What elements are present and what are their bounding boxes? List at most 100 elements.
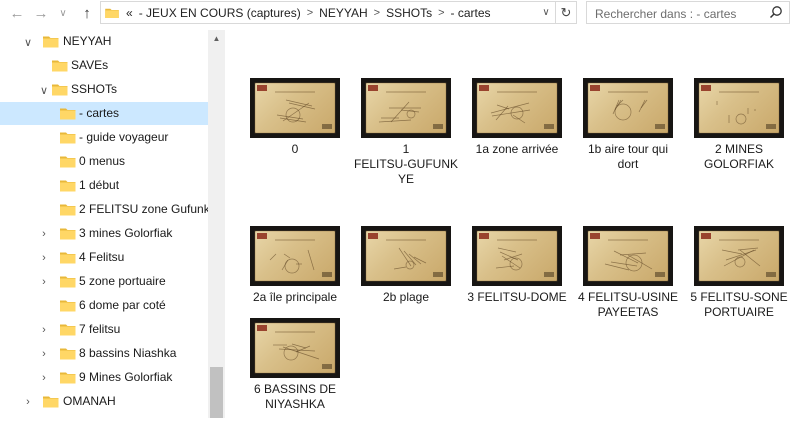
folder-icon	[60, 324, 76, 336]
folder-icon	[60, 132, 76, 144]
file-name-line: FELITSU-GUFUNK	[353, 157, 458, 171]
chevron-right-icon[interactable]: ›	[38, 348, 50, 360]
image-thumbnail	[472, 226, 562, 286]
forward-button[interactable]: →	[30, 2, 52, 24]
file-item[interactable]: 0	[237, 78, 347, 208]
tree-item[interactable]: ∨ NEYYAH	[0, 30, 208, 53]
tree-item[interactable]: SAVEs	[0, 54, 208, 77]
file-name-line: PORTUAIRE	[704, 305, 774, 319]
chevron-right-icon[interactable]: ›	[38, 276, 50, 288]
image-thumbnail	[250, 318, 340, 378]
breadcrumb-separator[interactable]: >	[435, 7, 447, 19]
search-input[interactable]	[593, 3, 767, 24]
refresh-button[interactable]: ↻	[555, 2, 576, 23]
tree-item-label: 5 zone portuaire	[79, 274, 166, 288]
breadcrumb: « - JEUX EN COURS (captures) > NEYYAH > …	[123, 6, 537, 20]
tree-item[interactable]: ∨ SSHOTs	[0, 78, 208, 101]
tree-item-label: 7 felitsu	[79, 322, 121, 336]
image-thumbnail	[694, 226, 784, 286]
navigation-scrollbar[interactable]: ▲	[208, 30, 225, 418]
breadcrumb-separator[interactable]: >	[371, 7, 383, 19]
file-name-line: 5 FELITSU-SONE	[690, 290, 788, 304]
file-item[interactable]: 1b aire tour qui dort	[570, 78, 680, 208]
tree-item-label: 1 début	[79, 178, 120, 192]
image-thumbnail	[583, 226, 673, 286]
tree-item[interactable]: 6 dome par coté	[0, 294, 208, 317]
up-button[interactable]: ↑	[76, 2, 98, 24]
tree-item[interactable]: › 8 bassins Niashka	[0, 342, 208, 365]
tree-item[interactable]: 2 FELITSU zone Gufunkye	[0, 198, 208, 221]
file-name-line: 2 MINES	[714, 142, 763, 156]
file-item[interactable]: 2 MINES GOLORFIAK	[681, 78, 791, 208]
tree-item-label: 4 Felitsu	[79, 250, 125, 264]
file-name-label: 2 MINES GOLORFIAK	[681, 142, 794, 172]
file-item[interactable]: 4 FELITSU-USINE PAYEETAS	[570, 226, 680, 356]
chevron-down-icon[interactable]: ∨	[38, 84, 50, 97]
tree-item-label: 9 Mines Golorfiak	[79, 370, 173, 384]
file-item[interactable]: 5 FELITSU-SONE PORTUAIRE	[681, 226, 791, 356]
chevron-right-icon[interactable]: ›	[38, 252, 50, 264]
tree-item[interactable]: 1 début	[0, 174, 208, 197]
map-sketch-icon	[254, 322, 336, 374]
tree-item[interactable]: › 9 Mines Golorfiak	[0, 366, 208, 389]
file-name-line: GOLORFIAK	[703, 157, 774, 171]
refresh-icon: ↻	[560, 4, 572, 20]
file-name-line: dort	[617, 157, 639, 171]
tree-item[interactable]: - cartes	[0, 102, 208, 125]
folder-icon	[43, 36, 59, 48]
file-item[interactable]: 6 BASSINS DE NIYASHKA	[237, 318, 347, 448]
breadcrumb-separator[interactable]: >	[304, 7, 316, 19]
chevron-right-icon[interactable]: ›	[38, 324, 50, 336]
image-thumbnail	[250, 226, 340, 286]
chevron-right-icon[interactable]: ›	[38, 372, 50, 384]
tree-item-label: 2 FELITSU zone Gufunkye	[79, 202, 208, 216]
map-sketch-icon	[587, 82, 669, 134]
tree-item[interactable]: › 4 Felitsu	[0, 246, 208, 269]
tree-item[interactable]: 0 menus	[0, 150, 208, 173]
chevron-right-icon[interactable]: ›	[22, 396, 34, 408]
search-icon[interactable]	[769, 5, 783, 19]
file-name-label: 5 FELITSU-SONE PORTUAIRE	[681, 290, 794, 320]
file-item[interactable]: 2b plage	[348, 226, 458, 356]
chevron-right-icon[interactable]: ›	[38, 228, 50, 240]
map-sketch-icon	[476, 230, 558, 282]
tree-item-label: NEYYAH	[63, 34, 112, 48]
file-name-line: 4 FELITSU-USINE	[577, 290, 679, 304]
breadcrumb-item[interactable]: - JEUX EN COURS (captures)	[136, 6, 304, 20]
tree-item[interactable]: - guide voyageur	[0, 126, 208, 149]
folder-icon	[60, 276, 76, 288]
scrollbar-thumb[interactable]	[210, 367, 223, 418]
forward-arrow-icon: →	[33, 4, 49, 22]
tree-item[interactable]: › 5 zone portuaire	[0, 270, 208, 293]
file-item[interactable]: 1 FELITSU-GUFUNK YE	[348, 78, 458, 208]
file-name-line: 1b aire tour qui	[587, 142, 669, 156]
tree-item-label: SSHOTs	[71, 82, 118, 96]
folder-icon	[60, 228, 76, 240]
file-name-line: 6 BASSINS DE	[253, 382, 337, 396]
recent-locations-button[interactable]: ∨	[52, 2, 74, 24]
folder-icon	[43, 396, 59, 408]
scroll-up-icon[interactable]: ▲	[208, 30, 225, 47]
breadcrumb-overflow[interactable]: «	[123, 6, 136, 20]
tree-item[interactable]: › 7 felitsu	[0, 318, 208, 341]
tree-item-label: - cartes	[79, 106, 120, 120]
file-item[interactable]: 1a zone arrivée	[459, 78, 569, 208]
file-view: 0 1 FELITSU-GUFUNK YE 1a zone arrivée 1b aire…	[225, 30, 794, 418]
image-thumbnail	[361, 78, 451, 138]
tree-item-label: SAVEs	[71, 58, 109, 72]
back-button[interactable]: ←	[6, 2, 28, 24]
tree-item[interactable]: › 3 mines Golorfiak	[0, 222, 208, 245]
image-thumbnail	[694, 78, 784, 138]
navigation-pane: ∨ NEYYAH SAVEs ∨ SSHOTs - cartes - guide voyag…	[0, 30, 208, 418]
breadcrumb-item[interactable]: SSHOTs	[383, 6, 435, 20]
tree-item-label: OMANAH	[63, 394, 116, 408]
file-item[interactable]: 3 FELITSU-DOME	[459, 226, 569, 356]
tree-item[interactable]: › OMANAH	[0, 390, 208, 413]
chevron-down-icon: ∨	[59, 7, 67, 19]
breadcrumb-item[interactable]: - cartes	[448, 6, 494, 20]
image-thumbnail	[250, 78, 340, 138]
chevron-down-icon[interactable]: ∨	[22, 36, 34, 49]
breadcrumb-item[interactable]: NEYYAH	[316, 6, 370, 20]
address-dropdown-button[interactable]: ∨	[537, 2, 555, 23]
address-bar[interactable]: « - JEUX EN COURS (captures) > NEYYAH > …	[100, 1, 577, 24]
